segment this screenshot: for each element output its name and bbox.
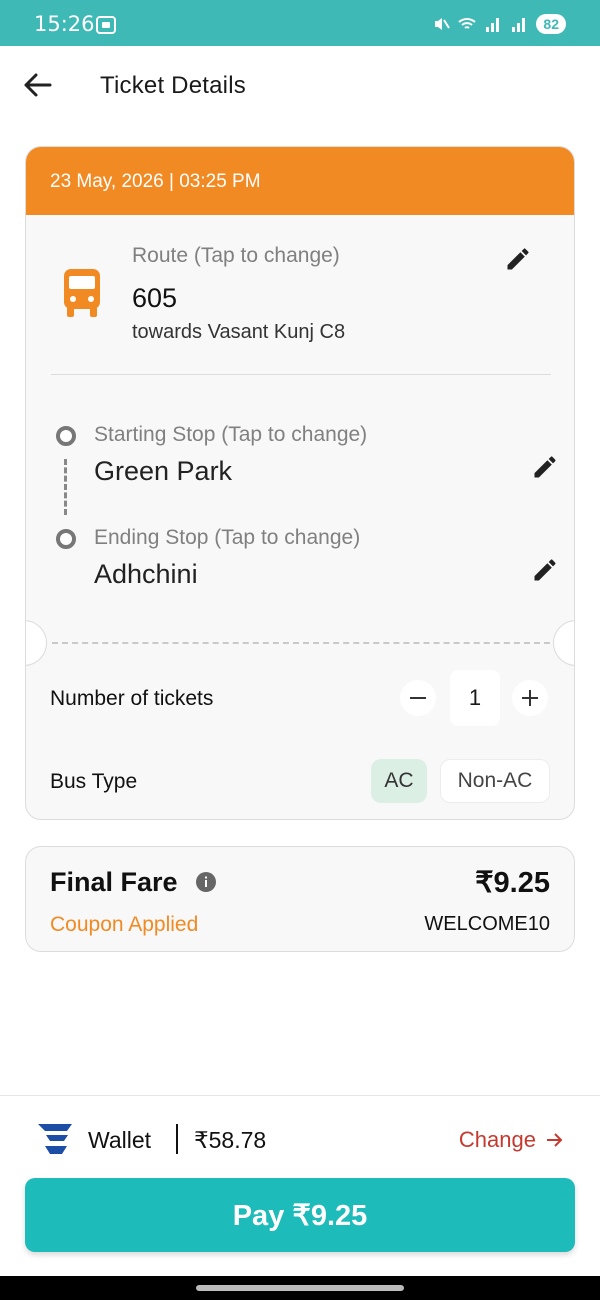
status-bar: 15:26 82 [0,0,600,46]
wallet-label: Wallet [88,1127,152,1153]
minus-icon [410,697,426,699]
mute-icon [435,18,451,30]
end-stop-dot [56,529,76,549]
bus-icon [64,269,100,317]
screenshot-icon [96,16,116,34]
page-title: Ticket Details [100,72,246,99]
ticket-count: 1 [450,670,500,726]
route-direction: towards Vasant Kunj C8 [132,321,346,343]
start-stop-label: Starting Stop (Tap to change) [94,423,368,446]
fare-card: Final Fare ₹9.25 Coupon Applied WELCOME1… [25,846,575,952]
ticket-card-header: 23 May, 2026 | 03:25 PM [26,147,574,215]
end-stop-name: Adhchini [94,559,198,589]
coupon-code: WELCOME10 [424,913,550,935]
info-icon[interactable] [196,872,216,892]
home-indicator[interactable] [196,1285,404,1291]
status-time: 15:26 [34,12,95,36]
ticket-perforation [52,642,550,644]
bus-type-label: Bus Type [50,770,138,793]
ticket-notch-right [553,620,574,666]
app-bar: Ticket Details [0,46,600,126]
payment-panel: Wallet ₹58.78 Change Pay ₹9.25 [0,1095,600,1275]
final-fare-amount: ₹9.25 [475,867,550,899]
route-label: Route (Tap to change) [132,244,340,267]
ticket-card: 23 May, 2026 | 03:25 PM Route (Tap to ch… [25,146,575,820]
route-number: 605 [132,283,178,313]
edit-end-stop-icon[interactable] [531,556,559,584]
end-stop-label: Ending Stop (Tap to change) [94,526,361,549]
signal-2-icon [512,18,526,32]
edit-start-stop-icon[interactable] [531,453,559,481]
battery-badge: 82 [536,14,566,34]
edit-route-icon[interactable] [504,245,532,273]
final-fare-title: Final Fare [50,867,178,897]
wallet-logo-icon [38,1124,72,1154]
tickets-label: Number of tickets [50,687,214,710]
coupon-applied-label: Coupon Applied [50,913,199,936]
ticket-datetime: 23 May, 2026 | 03:25 PM [50,171,261,192]
start-stop-dot [56,426,76,446]
increase-tickets-button[interactable] [512,680,548,716]
wifi-icon [458,18,477,29]
change-label: Change [458,1127,536,1152]
bus-type-ac-option[interactable]: AC [371,759,427,803]
wallet-separator [176,1124,178,1154]
decrease-tickets-button[interactable] [400,680,436,716]
signal-icon [486,18,500,32]
status-icons: 82 [432,14,566,34]
change-payment-link[interactable]: Change [459,1127,564,1153]
ticket-notch-left [26,620,47,666]
back-arrow-icon[interactable] [20,68,54,102]
bus-type-nonac-option[interactable]: Non-AC [440,759,550,803]
pay-button[interactable]: Pay ₹9.25 [25,1178,575,1252]
system-nav-bar [0,1276,600,1300]
arrow-right-icon [547,1133,563,1147]
plus-icon [522,690,538,706]
start-stop-name: Green Park [94,456,233,486]
route-divider [51,374,551,375]
wallet-balance: ₹58.78 [194,1127,267,1153]
stop-connector [64,459,67,515]
